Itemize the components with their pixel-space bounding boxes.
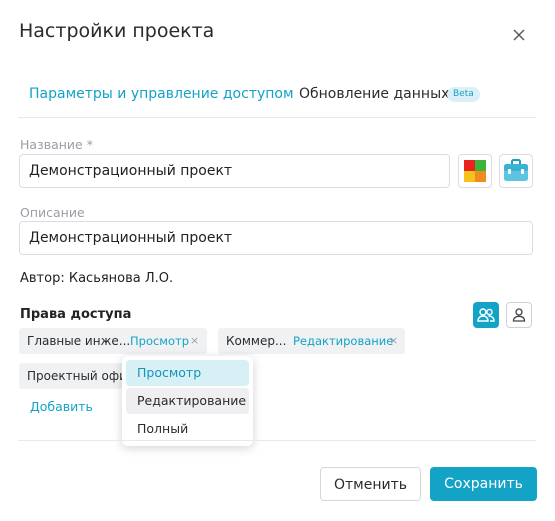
project-type-button[interactable] (499, 154, 533, 188)
add-access-link[interactable]: Добавить (30, 399, 93, 414)
close-icon[interactable] (511, 27, 527, 43)
color-palette-icon (464, 160, 486, 182)
author-text: Автор: Касьянова Л.О. (20, 271, 174, 286)
group-view-toggle[interactable] (473, 302, 499, 328)
chip-role-dropdown[interactable]: Просмотр (130, 328, 189, 354)
access-chip: Главные инже... Просмотр × (19, 328, 207, 354)
project-settings-dialog: Настройки проекта Параметры и управление… (0, 0, 555, 521)
color-picker-button[interactable] (458, 154, 492, 188)
tabs-divider (18, 117, 536, 118)
name-input[interactable]: Демонстрационный проект (19, 154, 450, 188)
footer-divider (18, 440, 536, 441)
menu-item-edit[interactable]: Редактирование (126, 388, 249, 414)
save-button[interactable]: Сохранить (430, 467, 537, 501)
chip-remove-icon[interactable]: × (190, 328, 199, 354)
tab-data-update[interactable]: Обновление данных (299, 86, 449, 102)
cancel-button[interactable]: Отменить (320, 467, 421, 501)
chip-name: Проектный офи (27, 369, 125, 383)
briefcase-icon (504, 159, 528, 181)
chip-name: Коммер... (226, 334, 287, 348)
chip-remove-icon[interactable]: × (389, 328, 398, 354)
name-label: Название * (20, 137, 93, 152)
role-dropdown-menu: Просмотр Редактирование Полный (122, 356, 253, 446)
chip-name: Главные инже... (27, 334, 131, 348)
user-view-toggle[interactable] (506, 302, 532, 328)
access-chip: Коммер... Редактирование × (218, 328, 405, 354)
menu-item-full[interactable]: Полный (126, 416, 249, 442)
dialog-title: Настройки проекта (19, 20, 215, 42)
user-icon (512, 308, 526, 322)
description-input[interactable]: Демонстрационный проект (19, 221, 533, 255)
chip-role-dropdown[interactable]: Редактирование (293, 328, 393, 354)
description-label: Описание (20, 205, 85, 220)
users-group-icon (477, 308, 495, 322)
tab-parameters-access[interactable]: Параметры и управление доступом (29, 86, 294, 102)
menu-item-view[interactable]: Просмотр (126, 360, 249, 386)
access-rights-label: Права доступа (20, 307, 132, 322)
access-chip: Проектный офи (19, 363, 125, 389)
beta-badge: Beta (447, 87, 480, 102)
